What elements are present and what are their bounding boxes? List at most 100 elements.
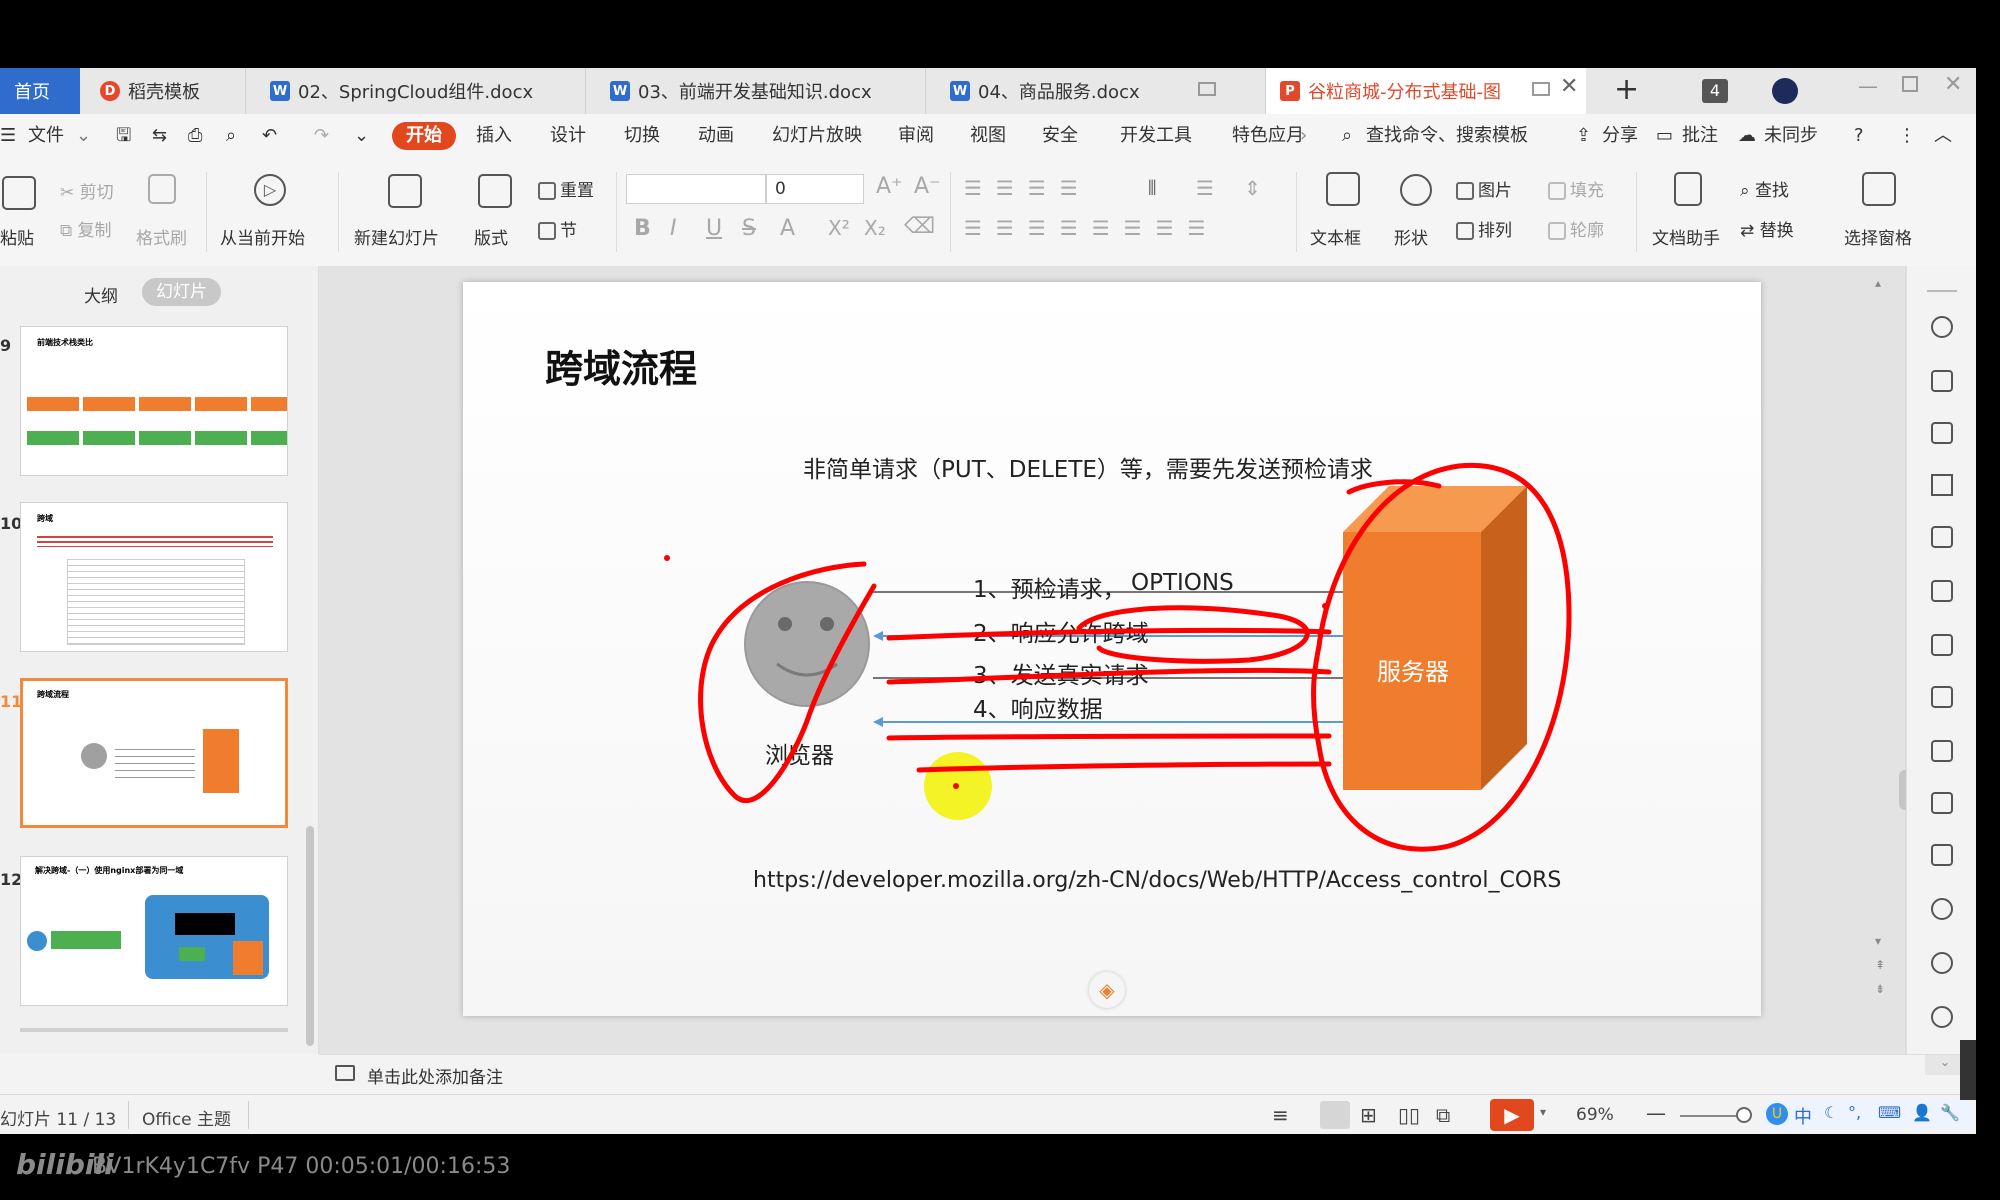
redo-icon[interactable]: ↷ (314, 122, 329, 150)
doc-assistant-button[interactable]: 文档助手 (1652, 224, 1720, 249)
subscript-icon[interactable]: X₂ (864, 216, 886, 240)
fill-button[interactable]: 填充 (1548, 176, 1604, 201)
history-icon[interactable] (1931, 952, 1953, 974)
tab-product-doc[interactable]: W 04、商品服务.docx (936, 68, 1266, 114)
textbox-button[interactable]: 文本框 (1310, 224, 1361, 249)
ime-toolbar[interactable]: U 中 ☾ °, ⌨ 👤 🔧 (1762, 1101, 1972, 1129)
font-family-select[interactable] (626, 174, 766, 204)
shape-icon[interactable] (1400, 174, 1432, 206)
sorter-view-icon[interactable]: ⊞ (1360, 1103, 1377, 1127)
shrink-font-icon[interactable]: A⁻ (914, 174, 941, 199)
command-search[interactable]: 查找命令、搜索模板 (1366, 122, 1528, 150)
bold-icon[interactable]: B (634, 216, 651, 241)
notes-bar[interactable]: 单击此处添加备注 ⌄ (319, 1054, 1976, 1095)
zoom-slider-track[interactable] (1680, 1115, 1744, 1117)
slide-thumbnail-10[interactable]: 跨域 (20, 502, 288, 652)
menu-tab-review[interactable]: 审阅 (898, 122, 934, 150)
menu-tab-transition[interactable]: 切换 (624, 122, 660, 150)
new-tab-icon[interactable]: + (1614, 72, 1639, 107)
copy-button[interactable]: ⧉ 复制 (60, 216, 112, 241)
cloud-icon[interactable]: ☁ (1738, 122, 1756, 150)
theme-name[interactable]: Office 主题 (142, 1105, 231, 1130)
normal-view-icon[interactable] (1320, 1101, 1350, 1129)
location-icon[interactable] (1931, 898, 1953, 920)
save-icon[interactable]: 🖫 (116, 122, 131, 150)
tab-docer[interactable]: D 稻壳模板 (86, 68, 246, 114)
notes-placeholder[interactable]: 单击此处添加备注 (367, 1063, 503, 1088)
zoom-level[interactable]: 69% (1576, 1105, 1614, 1125)
tab-ppt-active[interactable]: P 谷粒商城-分布式基础-图 ✕ (1266, 68, 1586, 114)
comment-button[interactable]: 批注 (1682, 122, 1718, 150)
zoom-slider-thumb[interactable] (1736, 1107, 1752, 1123)
select-pane-button[interactable]: 选择窗格 (1844, 224, 1912, 249)
replace-button[interactable]: ⇄ 替换 (1740, 216, 1794, 241)
menu-tab-view[interactable]: 视图 (970, 122, 1006, 150)
format-painter-button[interactable]: 格式刷 (136, 224, 187, 249)
next-slide-icon[interactable]: ⇟ (1875, 982, 1885, 996)
help-circle-icon[interactable] (1931, 1006, 1953, 1028)
paste-button[interactable]: 粘贴 (0, 224, 34, 249)
notes-view-icon[interactable]: ≡ (1272, 1103, 1289, 1127)
search-icon[interactable]: ⌕ (1342, 122, 1352, 150)
font-size-select[interactable]: 0 (766, 174, 864, 204)
more-icon[interactable]: ⋮ (1898, 122, 1916, 150)
arrange-button[interactable]: 排列 (1456, 216, 1512, 241)
picture-button[interactable]: 图片 (1456, 176, 1512, 201)
slide-thumbnail-9[interactable]: 前端技术栈类比 (20, 326, 288, 476)
new-slide-icon[interactable] (388, 174, 422, 208)
sound-icon[interactable] (1931, 844, 1953, 866)
prev-slide-icon[interactable]: ⇞ (1875, 958, 1885, 972)
collapse-ribbon-icon[interactable]: ︿ (1934, 122, 1952, 150)
star-icon[interactable] (1931, 316, 1953, 338)
reset-button[interactable]: 重置 (538, 176, 594, 201)
from-current-button[interactable]: 从当前开始 (220, 224, 305, 249)
paste-icon[interactable] (2, 176, 36, 210)
line-spacing-icon[interactable]: ⇕ (1244, 176, 1261, 200)
menu-scroll-right-icon[interactable]: › (1300, 122, 1307, 150)
ime-keyboard-icon[interactable]: ⌨ (1878, 1103, 1901, 1122)
columns-icon[interactable]: ⫴ (1148, 176, 1156, 200)
scroll-up-icon[interactable]: ▴ (1875, 276, 1881, 290)
font-color-icon[interactable]: A (780, 216, 795, 241)
share-button[interactable]: 分享 (1602, 122, 1638, 150)
menu-tab-security[interactable]: 安全 (1042, 122, 1078, 150)
menu-tab-slideshow[interactable]: 幻灯片放映 (772, 122, 862, 150)
menu-file[interactable]: 文件 (28, 122, 64, 150)
menu-tab-devtools[interactable]: 开发工具 (1120, 122, 1192, 150)
strikethrough-icon[interactable]: S (742, 216, 756, 241)
paragraph-align-icon[interactable]: ☰☰☰☰☰☰☰☰ (964, 216, 1219, 240)
share-icon[interactable]: ⇪ (1576, 122, 1591, 150)
grow-font-icon[interactable]: A⁺ (876, 174, 903, 199)
textbox-icon[interactable] (1326, 172, 1360, 206)
scroll-down-icon[interactable]: ▾ (1875, 934, 1881, 948)
play-slideshow-button[interactable]: ▶ (1490, 1099, 1534, 1131)
picture-icon[interactable] (1931, 792, 1953, 814)
settings-sliders-icon[interactable] (1931, 580, 1953, 602)
outline-button[interactable]: 轮廓 (1548, 216, 1604, 241)
thumb-scrollbar[interactable] (306, 826, 314, 1046)
image-library-icon[interactable] (1931, 634, 1953, 656)
preview-icon[interactable]: ⌕ (226, 122, 236, 150)
notes-toggle-icon[interactable]: ⌄ (1925, 1055, 1965, 1075)
export-icon[interactable]: ⇆ (152, 122, 167, 150)
layout-button[interactable]: 版式 (474, 224, 508, 249)
section-button[interactable]: 节 (538, 216, 577, 241)
comment-icon[interactable]: ▭ (1656, 122, 1673, 150)
slide-thumbnail-12[interactable]: 解决跨域-（一）使用nginx部署为同一域 (20, 856, 288, 1006)
menu-tab-features[interactable]: 特色应月 (1232, 122, 1304, 150)
superscript-icon[interactable]: X² (828, 216, 850, 240)
ime-moon-icon[interactable]: ☾ (1824, 1103, 1838, 1122)
align-icon[interactable]: ☰ (1196, 176, 1214, 200)
minimize-icon[interactable]: — (1858, 74, 1878, 98)
layout-icon[interactable] (478, 174, 512, 208)
help-icon[interactable]: ? (1854, 122, 1864, 150)
archive-icon[interactable] (1931, 740, 1953, 762)
new-slide-button[interactable]: 新建幻灯片 (354, 224, 439, 249)
print-icon[interactable]: ⎙ (188, 122, 202, 150)
find-button[interactable]: ⌕ 查找 (1740, 176, 1789, 201)
close-tab-icon[interactable]: ✕ (1560, 74, 1578, 99)
shape-format-icon[interactable] (1931, 422, 1953, 444)
close-window-icon[interactable]: ✕ (1944, 72, 1962, 97)
reading-view-icon[interactable]: ▯▯ (1398, 1103, 1420, 1127)
menu-tab-start[interactable]: 开始 (392, 122, 456, 150)
